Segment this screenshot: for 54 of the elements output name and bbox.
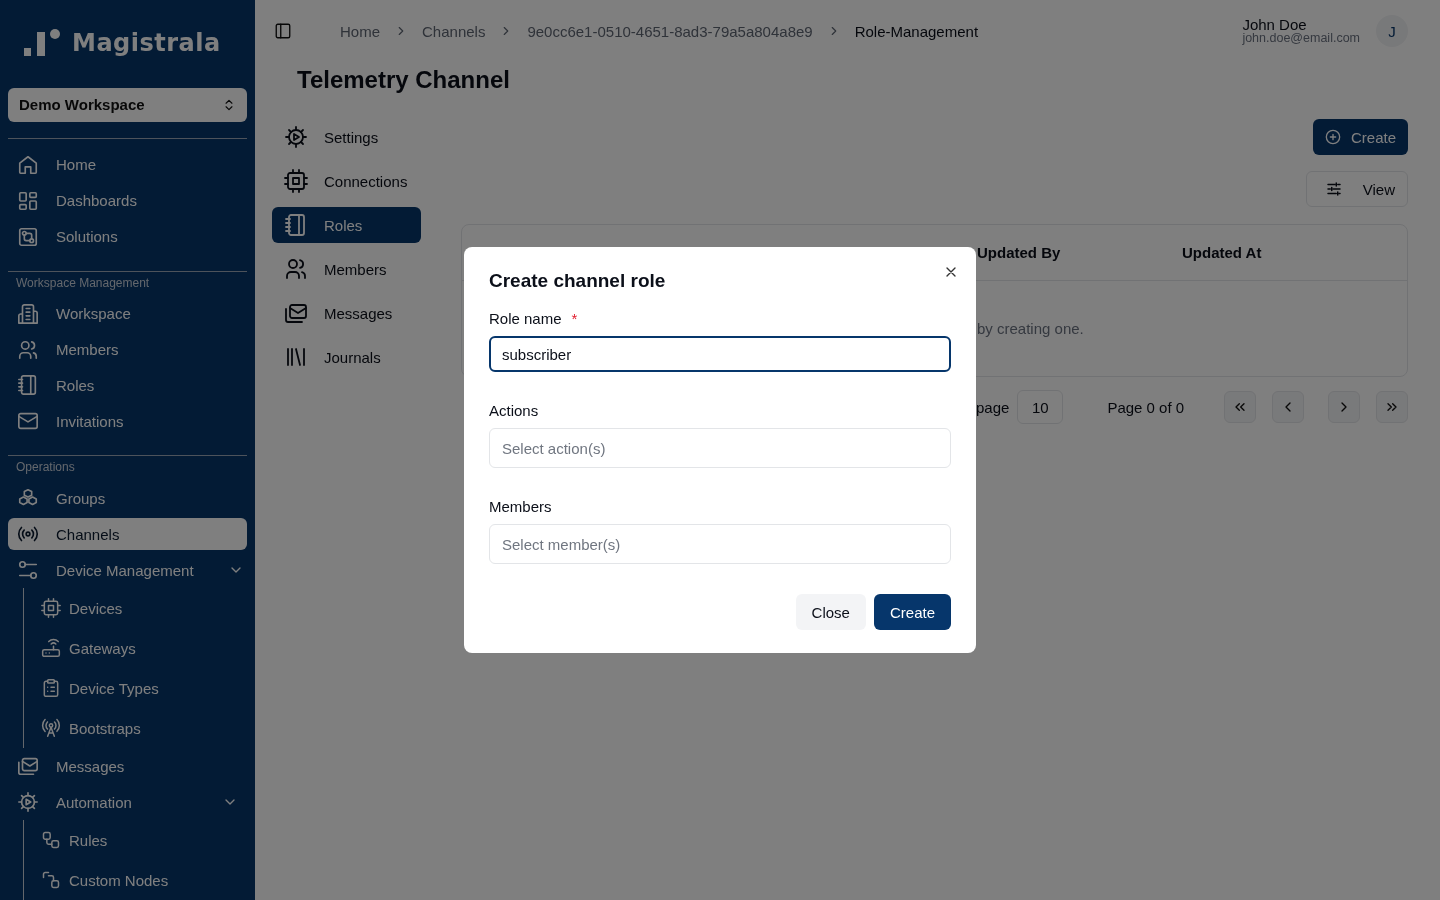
sidebar-subitem[interactable]: Devices (41, 588, 247, 629)
user-avatar[interactable]: J (1376, 15, 1408, 47)
column-header: Updated By (977, 244, 1062, 261)
rows-per-page-field[interactable]: 10 (1017, 390, 1064, 424)
sidebar-item[interactable]: Solutions (8, 218, 247, 255)
sidebar-item[interactable]: Groups (8, 480, 247, 517)
sidebar-item[interactable]: Roles (8, 367, 247, 404)
view-button[interactable]: View (1305, 171, 1408, 207)
close-button[interactable]: Close (795, 594, 866, 630)
logo-text: Magistrala (72, 28, 221, 57)
page-title: Telemetry Channel (297, 65, 511, 95)
breadcrumb-link[interactable]: Channels (422, 22, 486, 40)
breadcrumb-link[interactable]: Home (340, 22, 380, 40)
tab[interactable]: Connections (272, 163, 421, 199)
dialog-title: Create channel role (489, 269, 667, 293)
sidebar-subitem[interactable]: Device Types (41, 668, 247, 709)
section-heading: Workspace Management (15, 274, 151, 292)
tab[interactable]: Members (272, 251, 421, 287)
rows-per-page-label: page (976, 398, 1010, 416)
section-heading: Operations (15, 459, 76, 477)
sidebar-item[interactable]: Workspace (8, 295, 247, 332)
actions-field[interactable]: Select action(s) (489, 428, 951, 468)
field-label: Role name (489, 310, 562, 328)
workspace-selector[interactable]: Demo Workspace (8, 87, 247, 122)
sidebar-item[interactable]: Invitations (8, 403, 247, 440)
field-label: Actions (489, 402, 539, 420)
sidebar-item[interactable]: Device Management (8, 552, 247, 589)
sidebar-item[interactable]: Automation (8, 784, 247, 821)
field-label: Members (489, 498, 552, 516)
members-field[interactable]: Select member(s) (489, 524, 951, 564)
tab[interactable]: Roles (272, 207, 421, 243)
required-mark: * (571, 310, 578, 328)
page-info: Page 0 of 0 (1107, 398, 1186, 416)
tab[interactable]: Journals (272, 339, 421, 375)
sidebar-subitem[interactable]: Gateways (41, 628, 247, 669)
sidebar-item[interactable]: Channels (8, 518, 247, 551)
user-name: John Doe (1242, 17, 1307, 33)
submit-button[interactable]: Create (873, 594, 951, 630)
sidebar-item[interactable]: Messages (8, 748, 247, 785)
tab[interactable]: Messages (272, 295, 421, 331)
sidebar-item[interactable]: Dashboards (8, 182, 247, 219)
sidebar-item[interactable]: Members (8, 331, 247, 368)
sidebar-item[interactable]: Home (8, 146, 247, 183)
breadcrumb-link[interactable]: Role-Management (854, 22, 979, 40)
column-header: Updated At (1182, 244, 1263, 261)
create-button[interactable]: Create (1312, 119, 1408, 155)
role-name-field[interactable]: subscriber (489, 336, 951, 372)
empty-message: by creating one. (977, 320, 1085, 337)
sidebar-subitem[interactable]: Rules (41, 820, 247, 861)
sidebar-subitem[interactable]: Bootstraps (41, 708, 247, 749)
tab[interactable]: Settings (272, 119, 421, 155)
breadcrumb-link[interactable]: 9e0cc6e1-0510-4651-8ad3-79a5a804a8e9 (527, 22, 813, 40)
sidebar-subitem[interactable]: Custom Nodes (41, 860, 247, 900)
user-email: john.doe@email.com (1242, 32, 1360, 45)
